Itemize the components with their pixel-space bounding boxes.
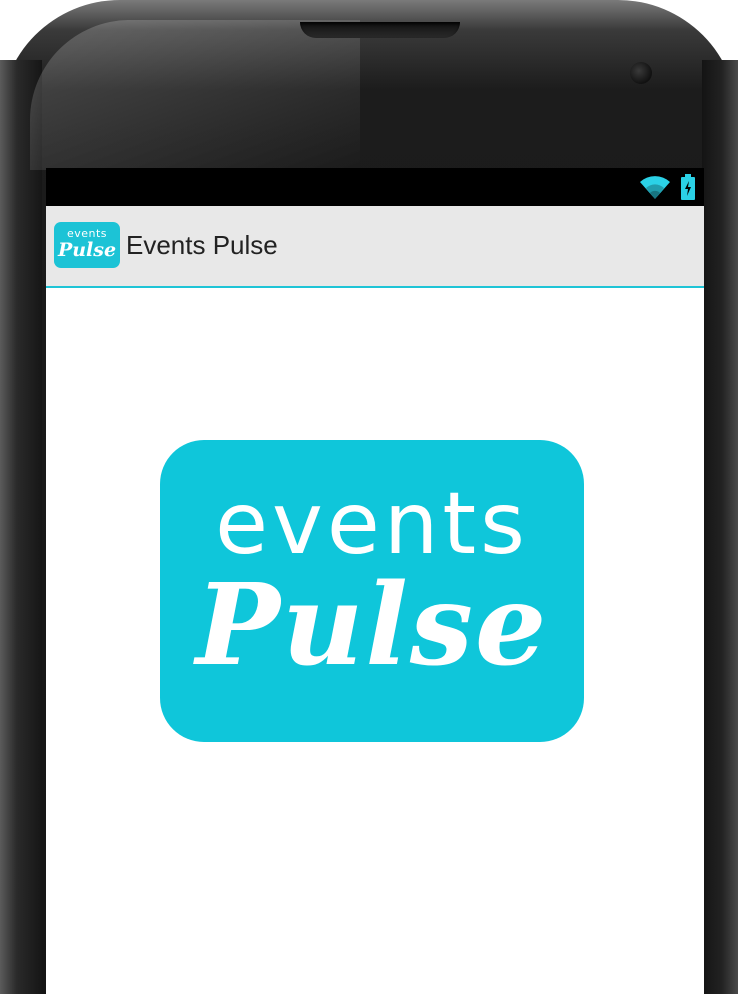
front-camera <box>630 62 652 84</box>
action-bar: events Pulse Events Pulse <box>46 206 704 288</box>
phone-bezel-right <box>702 60 738 994</box>
status-bar <box>46 168 704 206</box>
app-icon-line2: Pulse <box>57 239 117 261</box>
phone-screen: events Pulse Events Pulse events Pulse <box>46 168 704 994</box>
logo-text-events: events <box>215 474 529 574</box>
events-pulse-logo: events Pulse <box>160 440 584 742</box>
battery-icon <box>681 174 695 200</box>
earpiece-speaker <box>300 22 460 38</box>
app-title: Events Pulse <box>126 230 278 260</box>
wifi-icon <box>640 176 670 199</box>
phone-bezel-left <box>0 60 42 994</box>
app-icon[interactable]: events Pulse <box>54 222 120 268</box>
logo-text-pulse: Pulse <box>195 560 549 691</box>
splash-content: events Pulse <box>46 288 704 994</box>
